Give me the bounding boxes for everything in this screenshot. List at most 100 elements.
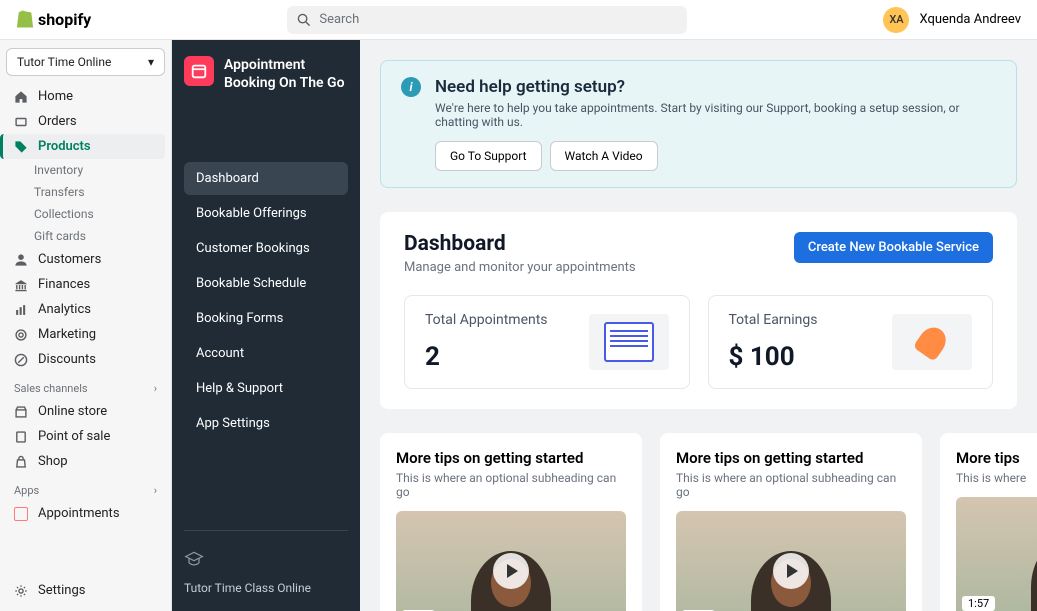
- sidebar-sub-transfers[interactable]: Transfers: [6, 181, 165, 203]
- nav-dashboard[interactable]: Dashboard: [184, 162, 348, 195]
- nav-bookable-schedule[interactable]: Bookable Schedule: [184, 267, 348, 300]
- channels-header: Sales channels ›: [6, 372, 165, 399]
- sidebar-label: Shop: [38, 454, 68, 469]
- sidebar-label: Customers: [38, 252, 101, 267]
- go-to-support-button[interactable]: Go To Support: [435, 141, 542, 171]
- chevron-right-icon[interactable]: ›: [154, 382, 157, 395]
- graduation-cap-icon: [184, 549, 204, 569]
- top-bar: shopify Search XA Xquenda Andreev: [0, 0, 1037, 40]
- sidebar-item-marketing[interactable]: Marketing: [6, 322, 165, 347]
- footer-text: Tutor Time Class Online: [184, 581, 348, 595]
- avatar: XA: [883, 7, 909, 33]
- app-header: Appointment Booking On The Go: [184, 56, 348, 92]
- sidebar-item-shop[interactable]: Shop: [6, 449, 165, 474]
- nav-account[interactable]: Account: [184, 337, 348, 370]
- tip-video-thumbnail[interactable]: 1:57: [956, 497, 1037, 611]
- tip-video-thumbnail[interactable]: 1:57: [676, 511, 906, 611]
- app-sidebar: Appointment Booking On The Go Dashboard …: [172, 40, 360, 611]
- person-icon: [14, 253, 28, 267]
- sidebar-item-orders[interactable]: Orders: [6, 109, 165, 134]
- tip-subtitle: This is where an optional subheading can…: [676, 471, 906, 499]
- sidebar-sub-collections[interactable]: Collections: [6, 203, 165, 225]
- sidebar-item-finances[interactable]: Finances: [6, 272, 165, 297]
- sidebar-item-analytics[interactable]: Analytics: [6, 297, 165, 322]
- tip-title: More tips: [956, 449, 1037, 467]
- shopify-bag-icon: [16, 10, 34, 30]
- app-sidebar-footer: Tutor Time Class Online: [184, 530, 348, 595]
- play-icon: [493, 553, 529, 589]
- sidebar-item-appointments[interactable]: Appointments: [6, 501, 165, 526]
- sidebar-item-customers[interactable]: Customers: [6, 247, 165, 272]
- stat-appointments: Total Appointments 2: [404, 295, 690, 389]
- stat-earnings: Total Earnings $ 100: [708, 295, 994, 389]
- user-menu[interactable]: XA Xquenda Andreev: [883, 7, 1021, 33]
- nav-app-settings[interactable]: App Settings: [184, 407, 348, 440]
- video-duration: 1:57: [962, 596, 995, 611]
- bank-icon: [14, 278, 28, 292]
- sidebar-item-pos[interactable]: Point of sale: [6, 424, 165, 449]
- tip-subtitle: This is where an optional subheading can…: [396, 471, 626, 499]
- store-selector[interactable]: Tutor Time Online ▾: [6, 48, 165, 76]
- tip-card[interactable]: More tips on getting started This is whe…: [380, 433, 642, 611]
- tip-card[interactable]: More tips This is where 1:57: [940, 433, 1037, 611]
- nav-help-support[interactable]: Help & Support: [184, 372, 348, 405]
- sidebar-label: Finances: [38, 277, 90, 292]
- sidebar-sub-giftcards[interactable]: Gift cards: [6, 225, 165, 247]
- tip-title: More tips on getting started: [396, 449, 626, 467]
- nav-booking-forms[interactable]: Booking Forms: [184, 302, 348, 335]
- page-title: Dashboard: [404, 232, 636, 256]
- play-icon: [773, 553, 809, 589]
- watch-video-button[interactable]: Watch A Video: [550, 141, 658, 171]
- tag-icon: [14, 140, 28, 154]
- main-content: i Need help getting setup? We're here to…: [360, 40, 1037, 611]
- search-icon: [297, 13, 311, 27]
- stat-value: $ 100: [729, 342, 818, 372]
- sidebar-label: Orders: [38, 114, 77, 129]
- home-icon: [14, 90, 28, 104]
- shopify-logo[interactable]: shopify: [16, 10, 91, 30]
- sidebar-sub-inventory[interactable]: Inventory: [6, 159, 165, 181]
- sidebar-item-home[interactable]: Home: [6, 84, 165, 109]
- header-text: Sales channels: [14, 382, 88, 395]
- setup-alert: i Need help getting setup? We're here to…: [380, 60, 1017, 188]
- store-name: Tutor Time Online: [17, 55, 111, 69]
- pos-icon: [14, 430, 28, 444]
- nav-customer-bookings[interactable]: Customer Bookings: [184, 232, 348, 265]
- sidebar-item-discounts[interactable]: Discounts: [6, 347, 165, 372]
- user-name: Xquenda Andreev: [919, 12, 1021, 27]
- nav-bookable-offerings[interactable]: Bookable Offerings: [184, 197, 348, 230]
- sidebar-label: Appointments: [38, 506, 120, 521]
- app-title: Appointment Booking On The Go: [224, 56, 348, 92]
- alert-title: Need help getting setup?: [435, 77, 996, 97]
- tip-video-thumbnail[interactable]: 1:57: [396, 511, 626, 611]
- sidebar-label: Settings: [38, 583, 85, 598]
- sidebar-item-online-store[interactable]: Online store: [6, 399, 165, 424]
- calendar-icon: [14, 507, 28, 521]
- sidebar-item-settings[interactable]: Settings: [6, 578, 165, 603]
- stat-label: Total Earnings: [729, 312, 818, 328]
- gear-icon: [14, 584, 28, 598]
- create-service-button[interactable]: Create New Bookable Service: [794, 232, 993, 263]
- sidebar-label: Products: [38, 139, 91, 154]
- shopify-sidebar: Tutor Time Online ▾ Home Orders Products…: [0, 40, 172, 611]
- store-icon: [14, 405, 28, 419]
- chevron-right-icon[interactable]: ›: [154, 484, 157, 497]
- page-subtitle: Manage and monitor your appointments: [404, 260, 636, 275]
- search-input[interactable]: Search: [287, 6, 687, 34]
- target-icon: [14, 328, 28, 342]
- tip-card[interactable]: More tips on getting started This is whe…: [660, 433, 922, 611]
- discount-icon: [14, 353, 28, 367]
- tip-title: More tips on getting started: [676, 449, 906, 467]
- rocket-illustration: [892, 314, 972, 370]
- app-calendar-icon: [184, 56, 214, 86]
- search-placeholder: Search: [319, 12, 359, 27]
- tip-subtitle: This is where: [956, 471, 1037, 485]
- sidebar-item-products[interactable]: Products: [0, 134, 165, 159]
- sidebar-label: Point of sale: [38, 429, 110, 444]
- header-text: Apps: [14, 484, 39, 497]
- analytics-icon: [14, 303, 28, 317]
- chevron-down-icon: ▾: [148, 55, 154, 69]
- sidebar-label: Analytics: [38, 302, 91, 317]
- sidebar-label: Home: [38, 89, 73, 104]
- stat-label: Total Appointments: [425, 312, 548, 328]
